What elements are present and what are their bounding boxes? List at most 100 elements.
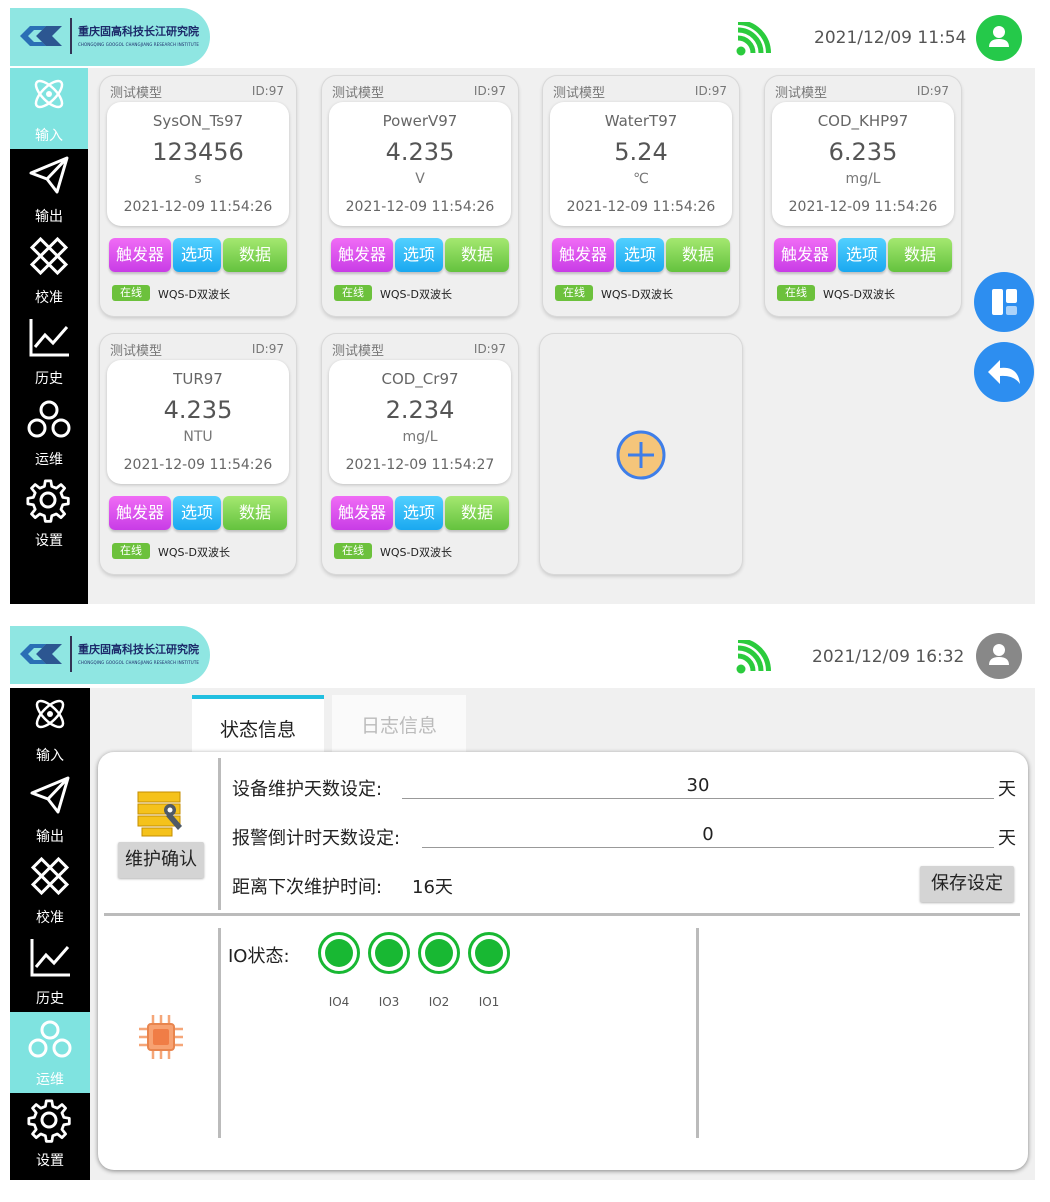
option-button[interactable]: 选项 bbox=[395, 496, 443, 530]
atom-icon bbox=[35, 699, 65, 729]
card-model-label: 测试模型 bbox=[110, 344, 163, 359]
trigger-button[interactable]: 触发器 bbox=[331, 496, 393, 530]
trigger-button[interactable]: 触发器 bbox=[552, 238, 614, 272]
wifi-signal-icon bbox=[736, 22, 771, 56]
nav-maintenance[interactable]: 运维 bbox=[10, 392, 88, 473]
nav-settings[interactable]: 设置 bbox=[10, 1093, 90, 1174]
sensor-card[interactable]: 测试模型 ID:97 TUR97 4.235 NTU 2021-12-09 11… bbox=[100, 334, 296, 574]
card-id: ID:97 bbox=[916, 84, 949, 98]
user-icon bbox=[989, 644, 1009, 665]
sensor-card[interactable]: 测试模型 ID:97 COD_Cr97 2.234 mg/L 2021-12-0… bbox=[322, 334, 518, 574]
data-button[interactable]: 数据 bbox=[223, 238, 287, 272]
nav-calibrate[interactable]: 校准 bbox=[10, 850, 90, 931]
nav-history[interactable]: 历史 bbox=[10, 931, 90, 1012]
sidebar: 输入 输出 校准 历史 运维 设置 bbox=[10, 68, 88, 604]
device-model: WQS-D双波长 bbox=[158, 288, 230, 301]
data-button[interactable]: 数据 bbox=[445, 496, 509, 530]
sensor-card[interactable]: 测试模型 ID:97 COD_KHP97 6.235 mg/L 2021-12-… bbox=[765, 76, 961, 316]
sensor-timestamp: 2021-12-09 11:54:26 bbox=[123, 457, 273, 473]
data-button[interactable]: 数据 bbox=[445, 238, 509, 272]
status-panel: 维护确认 设备维护天数设定: 30 天 报警倒计时天数设定: 0 天 距离下次维… bbox=[98, 752, 1028, 1170]
paper-plane-icon bbox=[30, 776, 70, 814]
nav-input-label: 输入 bbox=[35, 128, 63, 144]
option-button[interactable]: 选项 bbox=[838, 238, 886, 272]
status-badge: 在线 bbox=[112, 285, 150, 301]
sensor-card[interactable]: 测试模型 ID:97 WaterT97 5.24 ℃ 2021-12-09 11… bbox=[543, 76, 739, 316]
layout-grid-icon bbox=[992, 289, 1017, 315]
nav-maintenance-label: 运维 bbox=[36, 1072, 64, 1088]
tab-log-info[interactable]: 日志信息 bbox=[332, 695, 466, 753]
save-settings-button[interactable]: 保存设定 bbox=[920, 866, 1014, 902]
sensor-name: TUR97 bbox=[173, 370, 223, 388]
nav-input[interactable]: 输入 bbox=[10, 688, 90, 769]
device-model: WQS-D双波长 bbox=[380, 288, 452, 301]
layout-toggle-button[interactable] bbox=[974, 272, 1034, 332]
user-avatar[interactable] bbox=[976, 15, 1022, 61]
nav-output[interactable]: 输出 bbox=[10, 769, 90, 850]
tab-status-label: 状态信息 bbox=[219, 719, 296, 741]
sensor-value: 4.235 bbox=[163, 396, 233, 424]
next-maintenance-label: 距离下次维护时间: bbox=[232, 877, 383, 898]
logo-name-cn: 重庆固高科技长江研究院 bbox=[78, 25, 199, 38]
nav-calibrate-label: 校准 bbox=[36, 910, 64, 926]
maintenance-days-label: 设备维护天数设定: bbox=[232, 779, 383, 800]
alarm-countdown-input[interactable]: 0 bbox=[422, 823, 994, 848]
device-model: WQS-D双波长 bbox=[158, 546, 230, 559]
tab-log-label: 日志信息 bbox=[360, 715, 437, 737]
sensor-unit: V bbox=[415, 171, 425, 187]
sensor-name: COD_Cr97 bbox=[381, 370, 459, 388]
card-reading: COD_KHP97 6.235 mg/L 2021-12-09 11:54:26 bbox=[772, 102, 954, 226]
card-model-label: 测试模型 bbox=[553, 86, 606, 101]
maintenance-tools-icon bbox=[137, 791, 182, 837]
status-badge: 在线 bbox=[777, 285, 815, 301]
nav-maintenance[interactable]: 运维 bbox=[10, 1012, 90, 1093]
network-icon bbox=[28, 1020, 72, 1058]
datetime: 2021/12/09 16:32 bbox=[812, 647, 965, 667]
option-button[interactable]: 选项 bbox=[395, 238, 443, 272]
user-avatar[interactable] bbox=[976, 633, 1022, 679]
trigger-button[interactable]: 触发器 bbox=[331, 238, 393, 272]
sensor-card[interactable]: 测试模型 ID:97 PowerV97 4.235 V 2021-12-09 1… bbox=[322, 76, 518, 316]
nav-calibrate[interactable]: 校准 bbox=[10, 230, 88, 311]
nav-output[interactable]: 输出 bbox=[10, 149, 88, 230]
status-badge: 在线 bbox=[334, 543, 372, 559]
tab-status-info[interactable]: 状态信息 bbox=[192, 695, 324, 753]
maintenance-days-input[interactable]: 30 bbox=[402, 774, 994, 799]
user-icon bbox=[989, 26, 1009, 47]
sensor-unit: mg/L bbox=[402, 429, 438, 445]
logo-mark-icon bbox=[20, 644, 62, 664]
data-button[interactable]: 数据 bbox=[888, 238, 952, 272]
card-id: ID:97 bbox=[694, 84, 727, 98]
nav-settings-label: 设置 bbox=[35, 533, 63, 549]
trigger-button[interactable]: 触发器 bbox=[109, 496, 171, 530]
nav-settings[interactable]: 设置 bbox=[10, 473, 88, 554]
chip-icon bbox=[139, 1015, 183, 1059]
sensor-value: 5.24 bbox=[614, 138, 668, 166]
data-button[interactable]: 数据 bbox=[666, 238, 730, 272]
nav-output-label: 输出 bbox=[36, 829, 64, 845]
atom-icon bbox=[34, 79, 64, 109]
io-indicator bbox=[468, 932, 510, 974]
device-model: WQS-D双波长 bbox=[823, 288, 895, 301]
input-screen: 重庆固高科技长江研究院 CHONGQING GOOGOL CHANGJIANG … bbox=[10, 8, 1035, 604]
sensor-card[interactable]: 测试模型 ID:97 SysON_Ts97 123456 s 2021-12-0… bbox=[100, 76, 296, 316]
option-button[interactable]: 选项 bbox=[173, 496, 221, 530]
nav-input[interactable]: 输入 bbox=[10, 68, 88, 149]
card-model-label: 测试模型 bbox=[775, 86, 828, 101]
card-reading: COD_Cr97 2.234 mg/L 2021-12-09 11:54:27 bbox=[329, 360, 511, 484]
wifi-signal-icon bbox=[736, 640, 771, 674]
back-button[interactable] bbox=[974, 342, 1034, 402]
maintenance-confirm-button[interactable]: 维护确认 bbox=[118, 842, 204, 878]
io-indicator bbox=[368, 932, 410, 974]
trigger-button[interactable]: 触发器 bbox=[774, 238, 836, 272]
add-circle-icon[interactable] bbox=[616, 430, 666, 480]
nav-history[interactable]: 历史 bbox=[10, 311, 88, 392]
trigger-button[interactable]: 触发器 bbox=[109, 238, 171, 272]
data-button[interactable]: 数据 bbox=[223, 496, 287, 530]
io-status-label: IO状态: bbox=[228, 946, 290, 967]
card-id: ID:97 bbox=[473, 84, 506, 98]
option-button[interactable]: 选项 bbox=[616, 238, 664, 272]
option-button[interactable]: 选项 bbox=[173, 238, 221, 272]
company-logo: 重庆固高科技长江研究院 CHONGQING GOOGOL CHANGJIANG … bbox=[10, 626, 210, 684]
add-sensor-card[interactable] bbox=[540, 334, 742, 574]
